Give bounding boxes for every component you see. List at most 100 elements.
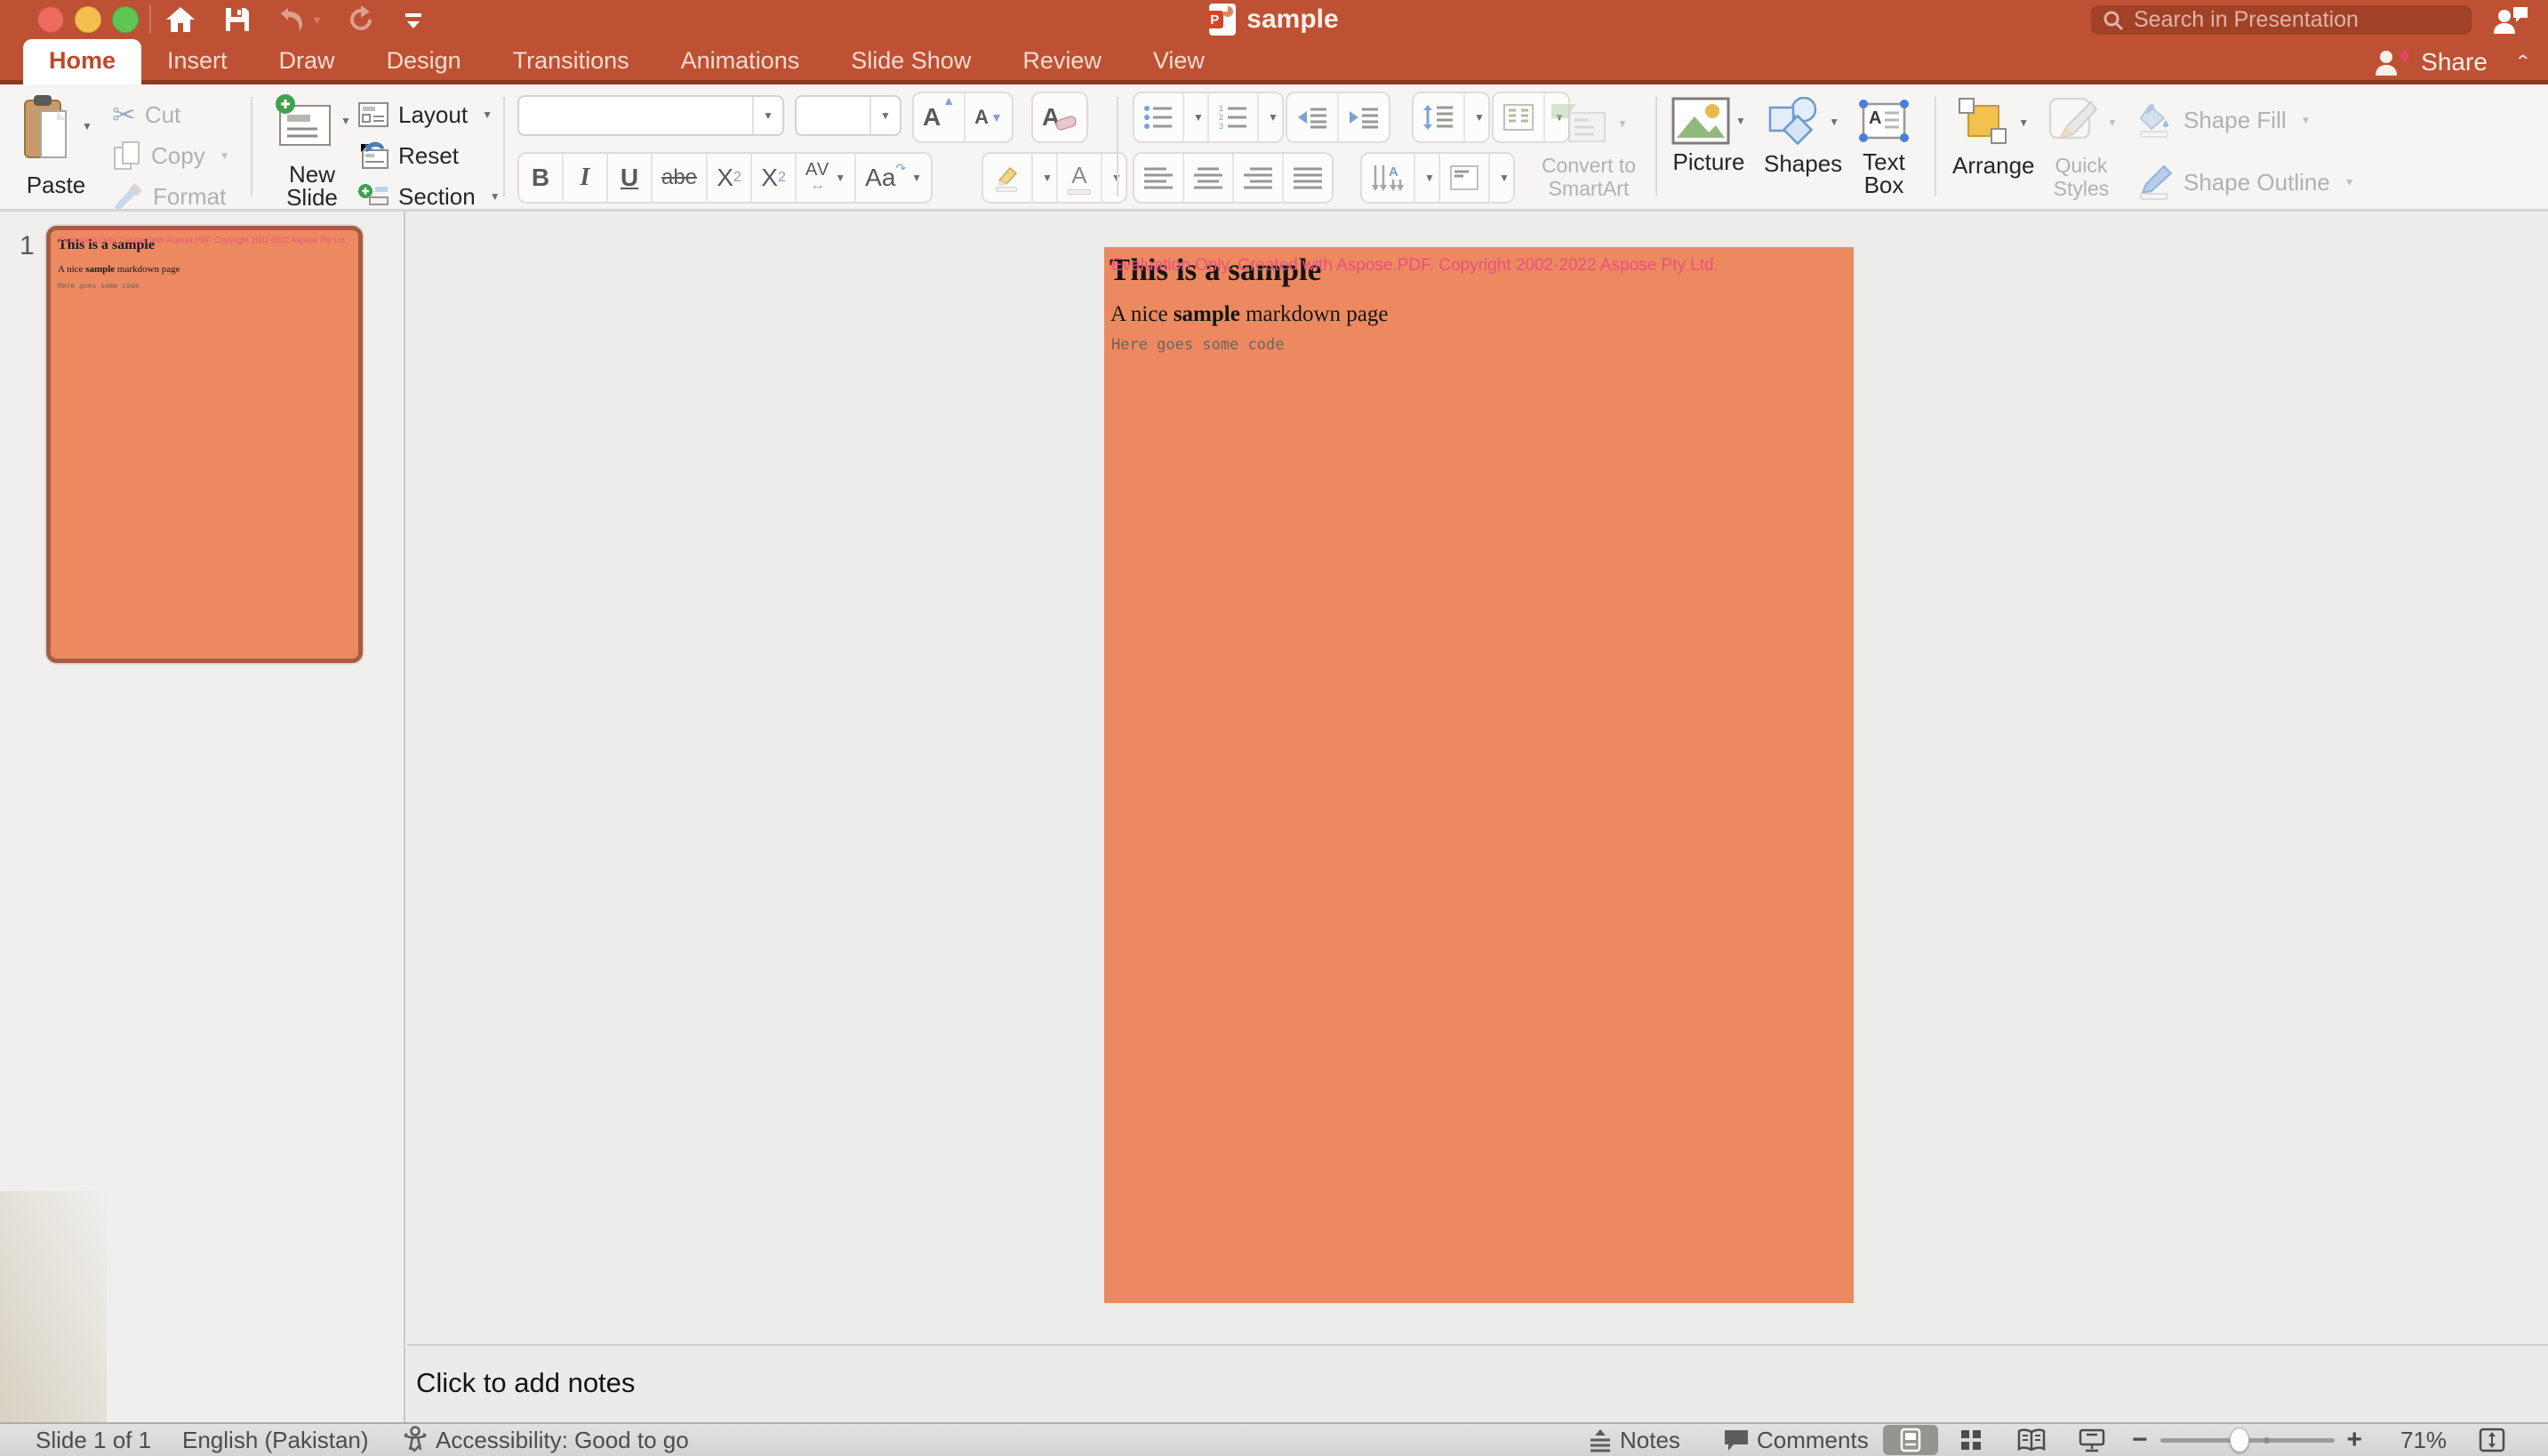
shapes-dropdown-arrow-icon[interactable]: ▼ — [1829, 116, 1839, 128]
font-color-dropdown-arrow-icon[interactable]: ▼ — [1102, 154, 1126, 202]
smartart-dropdown-arrow-icon[interactable]: ▼ — [1617, 117, 1628, 130]
align-center-button[interactable] — [1184, 154, 1234, 202]
arrange-dropdown-arrow-icon[interactable]: ▼ — [2018, 116, 2029, 129]
bullets-button[interactable] — [1134, 93, 1184, 141]
paste-dropdown-arrow-icon[interactable]: ▼ — [82, 120, 92, 132]
layout-dropdown-arrow-icon[interactable]: ▼ — [482, 108, 493, 121]
font-size-dropdown-arrow-icon[interactable]: ▼ — [869, 97, 900, 134]
home-quick-button[interactable] — [165, 4, 196, 35]
slide-sorter-view-button[interactable] — [1943, 1425, 1999, 1455]
maximize-window-button[interactable] — [112, 6, 139, 33]
strikethrough-button[interactable]: abe — [653, 154, 708, 202]
shape-fill-button[interactable]: Shape Fill ▼ — [2137, 100, 2355, 140]
decrease-indent-button[interactable] — [1287, 93, 1339, 141]
zoom-out-button[interactable]: − — [2132, 1425, 2148, 1455]
slideshow-view-button[interactable] — [2064, 1425, 2119, 1455]
italic-button[interactable]: I — [564, 154, 608, 202]
new-slide-dropdown-arrow-icon[interactable]: ▼ — [341, 115, 351, 127]
align-text-button[interactable] — [1440, 154, 1490, 202]
tab-transitions[interactable]: Transitions — [487, 39, 655, 84]
font-color-button[interactable]: A — [1058, 154, 1102, 202]
text-direction-button[interactable]: A — [1362, 154, 1415, 202]
section-dropdown-arrow-icon[interactable]: ▼ — [490, 190, 501, 203]
font-name-combobox[interactable]: ▼ — [517, 95, 784, 136]
tab-view[interactable]: View — [1127, 39, 1230, 84]
shape-fill-dropdown-arrow-icon[interactable]: ▼ — [2301, 114, 2312, 126]
text-highlight-button[interactable] — [983, 154, 1033, 202]
tab-slide-show[interactable]: Slide Show — [825, 39, 997, 84]
tab-design[interactable]: Design — [361, 39, 487, 84]
case-dropdown-arrow-icon[interactable]: ▼ — [911, 172, 922, 184]
slide-1[interactable]: This is a sample Evaluation Only. Create… — [1104, 247, 1854, 1303]
search-input[interactable]: Search in Presentation — [2091, 5, 2472, 35]
character-spacing-button[interactable]: AV↔ ▼ — [797, 154, 856, 202]
layout-button[interactable]: Layout ▼ — [357, 95, 501, 134]
text-box-button[interactable]: A TextBox — [1856, 97, 1911, 196]
reading-view-button[interactable] — [2004, 1425, 2059, 1455]
share-button[interactable]: Share ⌃ — [2373, 39, 2532, 84]
slide-body-text[interactable]: A nice sample markdown page — [1110, 302, 1388, 327]
align-left-button[interactable] — [1134, 154, 1184, 202]
align-text-dropdown-arrow-icon[interactable]: ▼ — [1490, 154, 1513, 202]
undo-dropdown-arrow-icon[interactable]: ▼ — [311, 13, 323, 27]
tab-review[interactable]: Review — [997, 39, 1127, 84]
redo-button[interactable] — [347, 4, 375, 35]
tab-animations[interactable]: Animations — [655, 39, 826, 84]
picture-button[interactable]: ▼ Picture — [1671, 97, 1746, 173]
zoom-slider[interactable] — [2160, 1438, 2335, 1443]
section-button[interactable]: Section ▼ — [357, 177, 501, 216]
comments-toggle-button[interactable]: Comments — [1723, 1427, 1869, 1454]
justify-button[interactable] — [1284, 154, 1332, 202]
accessibility-checker[interactable]: Accessibility: Good to go — [402, 1426, 689, 1454]
toolbar-overflow-button[interactable] — [402, 4, 425, 35]
notes-pane[interactable]: Click to add notes — [407, 1344, 2548, 1422]
superscript-button[interactable]: X2 — [708, 154, 752, 202]
font-size-combobox[interactable]: ▼ — [795, 95, 901, 136]
zoom-percentage[interactable]: 71% — [2400, 1427, 2447, 1454]
zoom-in-button[interactable]: + — [2347, 1425, 2363, 1455]
clear-formatting-button[interactable]: A — [1033, 93, 1086, 141]
tab-insert[interactable]: Insert — [141, 39, 253, 84]
slide-code-text[interactable]: Here goes some code — [1111, 336, 1284, 354]
slide-thumbnail-1[interactable]: This is a sample Evaluation Only. Create… — [46, 226, 363, 663]
copy-button[interactable]: Copy ▼ — [112, 136, 230, 175]
format-painter-button[interactable]: Format — [112, 177, 230, 216]
subscript-button[interactable]: X2 — [752, 154, 797, 202]
decrease-font-size-button[interactable]: A▼ — [966, 93, 1012, 141]
picture-dropdown-arrow-icon[interactable]: ▼ — [1735, 115, 1746, 127]
bold-button[interactable]: B — [519, 154, 564, 202]
zoom-slider-thumb[interactable] — [2230, 1428, 2249, 1452]
bullets-dropdown-arrow-icon[interactable]: ▼ — [1184, 93, 1209, 141]
align-right-button[interactable] — [1234, 154, 1284, 202]
close-window-button[interactable] — [37, 6, 64, 33]
font-name-dropdown-arrow-icon[interactable]: ▼ — [752, 97, 782, 134]
arrange-button[interactable]: ▼ Arrange — [1952, 97, 2035, 177]
cut-button[interactable]: ✂ Cut — [112, 95, 230, 134]
shapes-button[interactable]: ▼ Shapes — [1764, 97, 1842, 175]
tab-draw[interactable]: Draw — [253, 39, 361, 84]
numbering-dropdown-arrow-icon[interactable]: ▼ — [1259, 93, 1282, 141]
notes-toggle-button[interactable]: Notes — [1588, 1427, 1680, 1454]
notes-placeholder[interactable]: Click to add notes — [416, 1367, 635, 1399]
quick-styles-button[interactable]: ▼ QuickStyles — [2045, 97, 2118, 200]
shape-outline-button[interactable]: Shape Outline ▼ — [2137, 163, 2355, 202]
language-selector[interactable]: English (Pakistan) — [182, 1427, 369, 1454]
contacts-button[interactable] — [2486, 4, 2536, 36]
tab-home[interactable]: Home — [23, 39, 141, 84]
undo-button[interactable]: ▼ — [276, 4, 323, 35]
line-spacing-dropdown-arrow-icon[interactable]: ▼ — [1465, 93, 1488, 141]
new-slide-button[interactable]: ▼ New Slide — [263, 93, 361, 209]
minimize-window-button[interactable] — [75, 6, 101, 33]
fit-slide-to-window-button[interactable] — [2477, 1426, 2507, 1456]
convert-to-smartart-button[interactable]: ▼ Convert toSmartArt — [1531, 99, 1647, 200]
save-button[interactable] — [224, 4, 251, 35]
collapse-ribbon-chevron-icon[interactable]: ⌃ — [2514, 52, 2532, 72]
spacing-dropdown-arrow-icon[interactable]: ▼ — [835, 172, 845, 184]
increase-indent-button[interactable] — [1339, 93, 1389, 141]
reset-button[interactable]: Reset — [357, 136, 501, 175]
numbering-button[interactable]: 123 — [1209, 93, 1259, 141]
quick-styles-dropdown-arrow-icon[interactable]: ▼ — [2107, 116, 2118, 129]
increase-font-size-button[interactable]: A▲ — [914, 93, 966, 141]
highlight-dropdown-arrow-icon[interactable]: ▼ — [1033, 154, 1058, 202]
change-case-button[interactable]: Aa↷ ▼ — [856, 154, 931, 202]
